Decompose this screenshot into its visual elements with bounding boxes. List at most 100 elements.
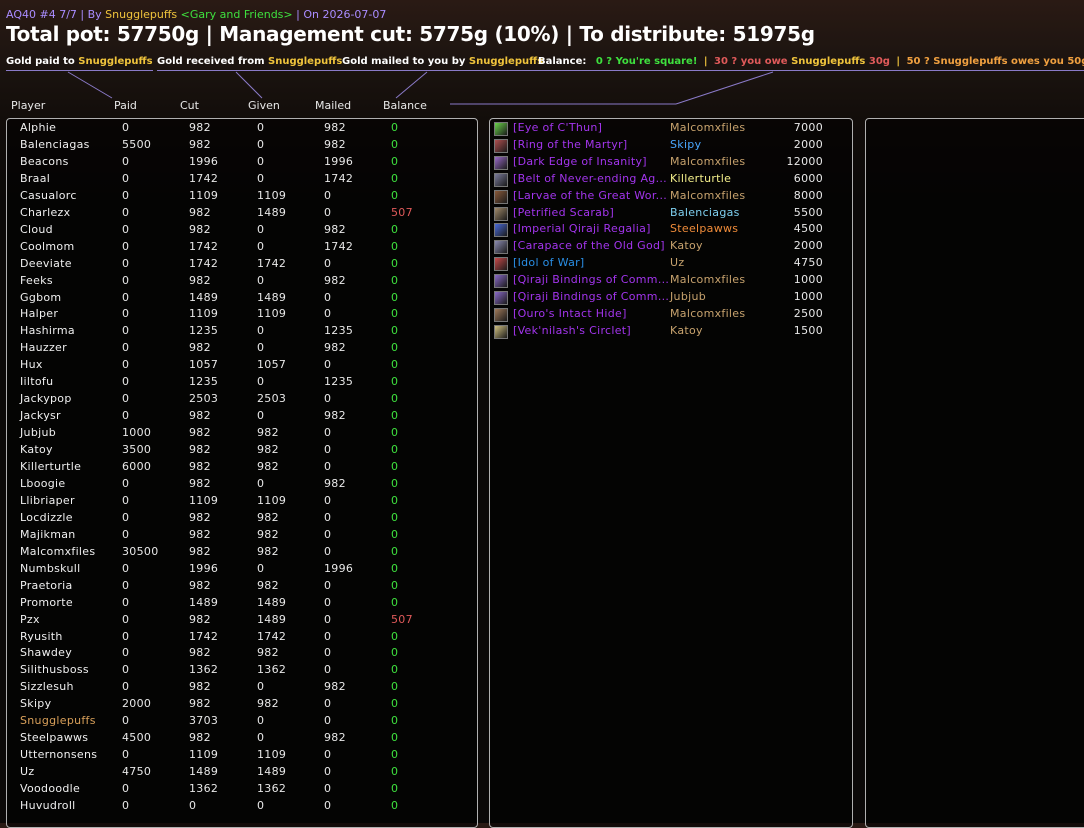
- player-row[interactable]: Lboogie 0 982 0 982 0: [7, 477, 477, 494]
- col-header-mailed[interactable]: Mailed: [315, 99, 351, 112]
- player-cut: 982: [189, 409, 211, 423]
- item-link[interactable]: [Petrified Scarab]: [513, 206, 614, 219]
- bindings-icon[interactable]: [494, 291, 508, 305]
- player-row[interactable]: Ryusith 0 1742 1742 0 0: [7, 630, 477, 647]
- item-link[interactable]: [Vek'nilash's Circlet]: [513, 324, 631, 337]
- item-link[interactable]: [Ring of the Martyr]: [513, 138, 627, 151]
- player-row[interactable]: Voodoodle 0 1362 1362 0 0: [7, 782, 477, 799]
- player-row[interactable]: Deeviate 0 1742 1742 0 0: [7, 257, 477, 274]
- item-link[interactable]: [Qiraji Bindings of Comm...: [513, 273, 669, 286]
- player-row[interactable]: Skipy 2000 982 982 0 0: [7, 697, 477, 714]
- player-row[interactable]: Praetoria 0 982 982 0 0: [7, 579, 477, 596]
- player-name: Malcomxfiles: [20, 544, 96, 558]
- player-row[interactable]: Steelpawws 4500 982 0 982 0: [7, 731, 477, 748]
- player-row[interactable]: Alphie 0 982 0 982 0: [7, 121, 477, 138]
- larvae-icon[interactable]: [494, 189, 508, 204]
- loot-row[interactable]: [Vek'nilash's Circlet] Katoy 1500: [490, 324, 852, 341]
- player-row[interactable]: Sizzlesuh 0 982 0 982 0: [7, 680, 477, 697]
- loot-row[interactable]: [Idol of War] Uz 4750: [490, 256, 852, 273]
- col-header-player[interactable]: Player: [11, 99, 45, 112]
- loot-row[interactable]: [Imperial Qiraji Regalia] Steelpawws 4500: [490, 222, 852, 239]
- bindings-icon[interactable]: [494, 274, 508, 289]
- player-row[interactable]: Iiltofu 0 1235 0 1235 0: [7, 375, 477, 392]
- player-given: 982: [257, 697, 279, 711]
- player-row[interactable]: Jubjub 1000 982 982 0 0: [7, 426, 477, 443]
- item-link[interactable]: [Qiraji Bindings of Comm...: [513, 290, 669, 303]
- player-row[interactable]: Braal 0 1742 0 1742 0: [7, 172, 477, 189]
- player-row[interactable]: Hux 0 1057 1057 0 0: [7, 358, 477, 375]
- player-row[interactable]: Silithusboss 0 1362 1362 0 0: [7, 663, 477, 680]
- player-row[interactable]: Cloud 0 982 0 982 0: [7, 223, 477, 240]
- circlet-icon[interactable]: [494, 324, 508, 339]
- player-name: Steelpawws: [20, 731, 89, 745]
- player-row[interactable]: Hashirma 0 1235 0 1235 0: [7, 324, 477, 341]
- carapace-icon[interactable]: [494, 240, 508, 255]
- player-row[interactable]: Katoy 3500 982 982 0 0: [7, 443, 477, 460]
- player-balance: 0: [391, 561, 399, 575]
- col-header-cut[interactable]: Cut: [180, 99, 199, 112]
- player-row[interactable]: Pzx 0 982 1489 0 507: [7, 613, 477, 630]
- player-row[interactable]: Hauzzer 0 982 0 982 0: [7, 341, 477, 358]
- scarab-icon[interactable]: [494, 206, 508, 221]
- hide-icon[interactable]: [494, 307, 508, 322]
- empty-side-panel: [865, 118, 1084, 828]
- player-row[interactable]: Huvudroll 0 0 0 0 0: [7, 799, 477, 816]
- belt-icon[interactable]: [494, 172, 508, 187]
- col-header-balance[interactable]: Balance: [383, 99, 427, 112]
- player-cut: 1742: [189, 171, 219, 185]
- idol-icon[interactable]: [494, 257, 508, 272]
- eye-icon[interactable]: [494, 122, 508, 136]
- loot-row[interactable]: [Larvae of the Great Wor... Malcomxfiles 8…: [490, 189, 852, 206]
- loot-row[interactable]: [Ring of the Martyr] Skipy 2000: [490, 138, 852, 155]
- loot-row[interactable]: [Eye of C'Thun] Malcomxfiles 7000: [490, 121, 852, 138]
- player-balance: 0: [391, 460, 399, 473]
- col-header-paid[interactable]: Paid: [114, 99, 137, 112]
- player-row[interactable]: Killerturtle 6000 982 982 0 0: [7, 460, 477, 477]
- player-row[interactable]: Llibriaper 0 1109 1109 0 0: [7, 494, 477, 511]
- player-row[interactable]: Snugglepuffs 0 3703 0 0 0: [7, 714, 477, 731]
- item-link[interactable]: [Belt of Never-ending Ag...: [513, 172, 667, 185]
- col-header-given[interactable]: Given: [248, 99, 280, 112]
- player-row[interactable]: Coolmom 0 1742 0 1742 0: [7, 240, 477, 257]
- player-balance: 0: [391, 731, 399, 745]
- players-table: Alphie 0 982 0 982 0 Balenciagas 5500 982 0 982 0 Be…: [6, 118, 478, 828]
- player-row[interactable]: Charlezx 0 982 1489 0 507: [7, 206, 477, 223]
- player-row[interactable]: Feeks 0 982 0 982 0: [7, 274, 477, 291]
- player-paid: 0: [122, 307, 130, 321]
- player-row[interactable]: Utternonsens 0 1109 1109 0 0: [7, 748, 477, 765]
- player-row[interactable]: Casualorc 0 1109 1109 0 0: [7, 189, 477, 206]
- item-link[interactable]: [Eye of C'Thun]: [513, 121, 602, 134]
- player-row[interactable]: Jackysr 0 982 0 982 0: [7, 409, 477, 426]
- loot-row[interactable]: [Petrified Scarab] Balenciagas 5500: [490, 206, 852, 223]
- item-link[interactable]: [Dark Edge of Insanity]: [513, 155, 647, 168]
- loot-row[interactable]: [Qiraji Bindings of Comm... Malcomxfiles 1…: [490, 273, 852, 290]
- regalia-icon[interactable]: [494, 223, 508, 238]
- loot-row[interactable]: [Dark Edge of Insanity] Malcomxfiles 12000: [490, 155, 852, 172]
- player-balance: 0: [391, 409, 399, 423]
- player-row[interactable]: Numbskull 0 1996 0 1996 0: [7, 562, 477, 579]
- player-row[interactable]: Malcomxfiles 30500 982 982 0 0: [7, 545, 477, 562]
- player-cut: 982: [189, 121, 211, 134]
- player-row[interactable]: Uz 4750 1489 1489 0 0: [7, 765, 477, 782]
- player-row[interactable]: Jackypop 0 2503 2503 0 0: [7, 392, 477, 409]
- player-row[interactable]: Promorte 0 1489 1489 0 0: [7, 596, 477, 613]
- player-row[interactable]: Halper 0 1109 1109 0 0: [7, 307, 477, 324]
- loot-row[interactable]: [Qiraji Bindings of Comm... Jubjub 1000: [490, 290, 852, 307]
- loot-row[interactable]: [Carapace of the Old God] Katoy 2000: [490, 239, 852, 256]
- player-given: 1489: [257, 595, 287, 609]
- ring-icon[interactable]: [494, 138, 508, 153]
- player-row[interactable]: Beacons 0 1996 0 1996 0: [7, 155, 477, 172]
- loot-row[interactable]: [Ouro's Intact Hide] Malcomxfiles 2500: [490, 307, 852, 324]
- item-link[interactable]: [Idol of War]: [513, 256, 585, 269]
- player-row[interactable]: Shawdey 0 982 982 0 0: [7, 646, 477, 663]
- axe-icon[interactable]: [494, 155, 508, 170]
- player-row[interactable]: Locdizzle 0 982 982 0 0: [7, 511, 477, 528]
- item-link[interactable]: [Carapace of the Old God]: [513, 239, 665, 252]
- player-row[interactable]: Balenciagas 5500 982 0 982 0: [7, 138, 477, 155]
- player-row[interactable]: Majikman 0 982 982 0 0: [7, 528, 477, 545]
- item-link[interactable]: [Larvae of the Great Wor...: [513, 189, 667, 202]
- item-link[interactable]: [Ouro's Intact Hide]: [513, 307, 627, 320]
- item-link[interactable]: [Imperial Qiraji Regalia]: [513, 222, 651, 235]
- player-row[interactable]: Ggbom 0 1489 1489 0 0: [7, 291, 477, 308]
- loot-row[interactable]: [Belt of Never-ending Ag... Killerturtle 6…: [490, 172, 852, 189]
